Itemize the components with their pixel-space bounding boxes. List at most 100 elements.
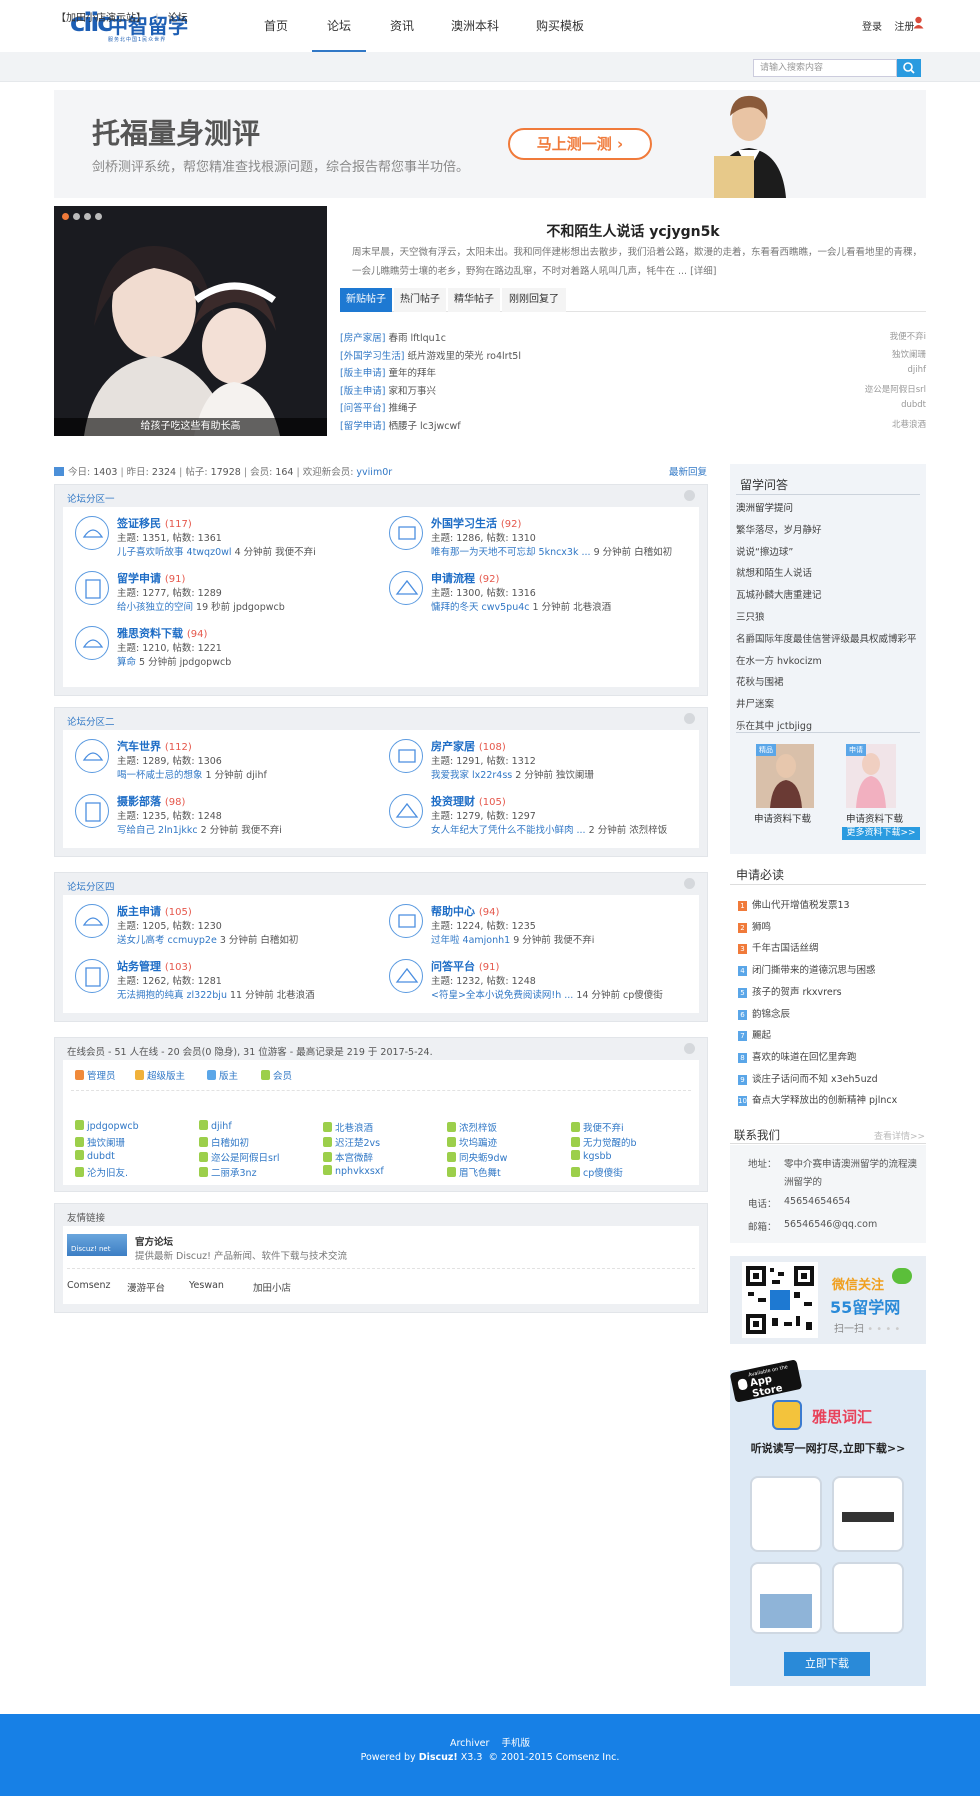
slider-caption[interactable]: 给孩子吃这些有助长高 — [54, 418, 327, 436]
image-slider[interactable]: 给孩子吃这些有助长高 — [54, 206, 327, 436]
slider-dot-1[interactable] — [62, 213, 69, 220]
online-user-name[interactable]: 浓烈梓饭 — [459, 1123, 497, 1134]
slider-dot-4[interactable] — [95, 213, 102, 220]
forum-name-text[interactable]: 站务管理 — [117, 960, 161, 973]
nav-forum[interactable]: 论坛 — [312, 0, 366, 52]
qa-item[interactable]: 在水一方 hvkocizm — [736, 653, 822, 667]
post-category-link[interactable]: [版主申请] — [340, 368, 385, 379]
post-title-link[interactable]: 春雨 lftlqu1c — [388, 333, 446, 344]
link-comsenz[interactable]: Comsenz — [67, 1280, 111, 1291]
online-user-name[interactable]: 迟汪楚2vs — [335, 1138, 380, 1149]
forum-name-text[interactable]: 雅思资料下载 — [117, 627, 183, 640]
qa-item[interactable]: 繁华落尽，岁月静好 — [736, 522, 822, 536]
breadcrumb-current[interactable]: 论坛 — [168, 13, 188, 24]
login-link[interactable]: 登录 — [862, 22, 882, 33]
qa-item[interactable]: 就想和陌生人说话 — [736, 565, 812, 579]
online-user[interactable]: 无力觉醒的b — [571, 1135, 681, 1149]
must-read-title-text[interactable]: 孩子的贺声 rkxvrers — [752, 987, 842, 998]
forum-name[interactable]: 房产家居 (108) — [431, 738, 506, 754]
featured-title[interactable]: 不和陌生人说话 ycjygn5k — [340, 221, 926, 241]
post-title-link[interactable]: 推绳子 — [388, 403, 417, 414]
featured-post-row[interactable]: [留学申请] 栖腰子 lc3jwcwf 北巷浪酒 — [340, 418, 926, 434]
post-author-link[interactable]: 迩公是阿假日srl — [865, 383, 926, 395]
forum-icon[interactable] — [75, 739, 109, 773]
last-post-link[interactable]: 写给自己 2ln1jkkc — [117, 825, 198, 836]
qa-item[interactable]: 瓦城孙麟大唐重建记 — [736, 587, 822, 601]
forum-name[interactable]: 站务管理 (103) — [117, 958, 192, 974]
must-read-title-text[interactable]: 奋点大学释放出的创新精神 pjlncx — [752, 1095, 897, 1106]
last-post-link[interactable]: 过年啦 4amjonh1 — [431, 935, 510, 946]
banner-test-button[interactable]: 马上测一测 › — [508, 128, 652, 160]
online-user-name[interactable]: 独饮阑珊 — [87, 1138, 125, 1149]
qa-item[interactable]: 三只狼 — [736, 609, 765, 623]
online-user[interactable]: 沦为旧友. — [75, 1165, 185, 1179]
official-forum-name[interactable]: 官方论坛 — [135, 1234, 173, 1248]
qa-item[interactable]: 井尸迷案 — [736, 696, 774, 710]
online-user-name[interactable]: kgsbb — [583, 1151, 612, 1162]
forum-icon[interactable] — [389, 904, 423, 938]
post-category-link[interactable]: [版主申请] — [340, 386, 385, 397]
online-user[interactable]: 白稽如初 — [199, 1135, 309, 1149]
must-read-title-text[interactable]: 谈庄子话问而不知 x3eh5uzd — [752, 1074, 878, 1085]
online-user[interactable]: 迩公是阿假日srl — [199, 1150, 309, 1164]
forum-name-text[interactable]: 摄影部落 — [117, 795, 161, 808]
nav-news[interactable]: 资讯 — [382, 0, 422, 52]
featured-post-row[interactable]: [版主申请] 童年的拜年 djihf — [340, 365, 926, 381]
link-jiatian[interactable]: 加田小店 — [253, 1280, 291, 1294]
user-icon[interactable] — [913, 16, 924, 29]
online-user-name[interactable]: 二丽承3nz — [211, 1168, 257, 1179]
must-read-title-text[interactable]: 喜欢的味道在回忆里奔跑 — [752, 1052, 857, 1063]
last-post-link[interactable]: 唯有那一为天地不可忘却 5kncx3k ... — [431, 547, 591, 558]
zone-title[interactable]: 论坛分区一 — [67, 491, 115, 505]
forum-name[interactable]: 留学申请 (91) — [117, 570, 185, 586]
post-title-link[interactable]: 纸片游戏里的荣光 ro4lrt5l — [407, 351, 521, 362]
last-post-link[interactable]: 慵拜的冬天 cwv5pu4c — [431, 602, 530, 613]
forum-name-text[interactable]: 投资理财 — [431, 795, 475, 808]
forum-name-text[interactable]: 房产家居 — [431, 740, 475, 753]
online-user-name[interactable]: 无力觉醒的b — [583, 1138, 637, 1149]
discuz-logo[interactable]: Discuz! net — [67, 1234, 127, 1256]
online-user[interactable]: djihf — [199, 1120, 309, 1132]
must-read-title-text[interactable]: 狮鸣 — [752, 922, 771, 933]
online-user[interactable]: jpdgopwcb — [75, 1120, 185, 1132]
online-user-name[interactable]: cp傻傻街 — [583, 1168, 623, 1179]
last-post-link[interactable]: 我爱我家 lx22r4ss — [431, 770, 512, 781]
forum-item[interactable]: 投资理财 (105) 主题: 1279, 帖数: 1297 女人年纪大了凭什么不能找… — [389, 794, 689, 840]
must-read-item[interactable]: 1 佛山代开增值税发票13 — [738, 897, 850, 911]
post-author-link[interactable]: dubdt — [901, 400, 926, 410]
forum-name[interactable]: 外国学习生活 (92) — [431, 515, 521, 531]
qa-item[interactable]: 乐在其中 jctbjigg — [736, 718, 812, 732]
forum-name-text[interactable]: 汽车世界 — [117, 740, 161, 753]
forum-item[interactable]: 留学申请 (91) 主题: 1277, 帖数: 1289 给小孩独立的空间 19 秒… — [75, 571, 375, 617]
last-post-link[interactable]: <符皇>全本小说免费阅读网!h ... — [431, 990, 573, 1001]
must-read-title-text[interactable]: 佛山代开增值税发票13 — [752, 900, 850, 911]
forum-icon[interactable] — [75, 516, 109, 550]
online-user-name[interactable]: 沦为旧友. — [87, 1168, 128, 1179]
online-user-name[interactable]: 坎坞蹁迹 — [459, 1138, 497, 1149]
must-read-title-text[interactable]: 麗起 — [752, 1030, 771, 1041]
must-read-item[interactable]: 5 孩子的贺声 rkxvrers — [738, 984, 842, 998]
online-user[interactable]: kgsbb — [571, 1150, 681, 1162]
online-user-name[interactable]: 白稽如初 — [211, 1138, 249, 1149]
must-read-item[interactable]: 10 奋点大学释放出的创新精神 pjlncx — [738, 1092, 897, 1107]
must-read-item[interactable]: 9 谈庄子话问而不知 x3eh5uzd — [738, 1071, 878, 1085]
nav-buy-template[interactable]: 购买模板 — [530, 0, 590, 52]
online-user[interactable]: 坎坞蹁迹 — [447, 1135, 557, 1149]
tab-recent-replies[interactable]: 刚刚回复了 — [502, 288, 566, 312]
collapse-icon[interactable] — [684, 490, 695, 501]
online-user[interactable]: 浓烈梓饭 — [447, 1120, 557, 1134]
online-user-name[interactable]: 同央蛎9dw — [459, 1153, 507, 1164]
forum-name[interactable]: 签证移民 (117) — [117, 515, 192, 531]
forum-item[interactable]: 外国学习生活 (92) 主题: 1286, 帖数: 1310 唯有那一为天地不可忘却… — [389, 516, 689, 562]
tab-digest-posts[interactable]: 精华帖子 — [448, 288, 500, 312]
post-author-link[interactable]: 北巷浪酒 — [892, 418, 926, 430]
zone-title[interactable]: 论坛分区二 — [67, 714, 115, 728]
online-user[interactable]: 本宫微醉 — [323, 1150, 433, 1164]
footer-archiver[interactable]: Archiver — [450, 1738, 489, 1749]
sidebar-download-2[interactable]: 申请 — [846, 744, 896, 808]
app-store-badge[interactable]: Available on the App Store — [729, 1359, 803, 1403]
forum-name[interactable]: 申请流程 (92) — [431, 570, 499, 586]
forum-item[interactable]: 站务管理 (103) 主题: 1262, 帖数: 1281 无法拥抱的纯真 zl32… — [75, 959, 375, 1005]
forum-name-text[interactable]: 留学申请 — [117, 572, 161, 585]
post-category-link[interactable]: [房产家居] — [340, 333, 385, 344]
